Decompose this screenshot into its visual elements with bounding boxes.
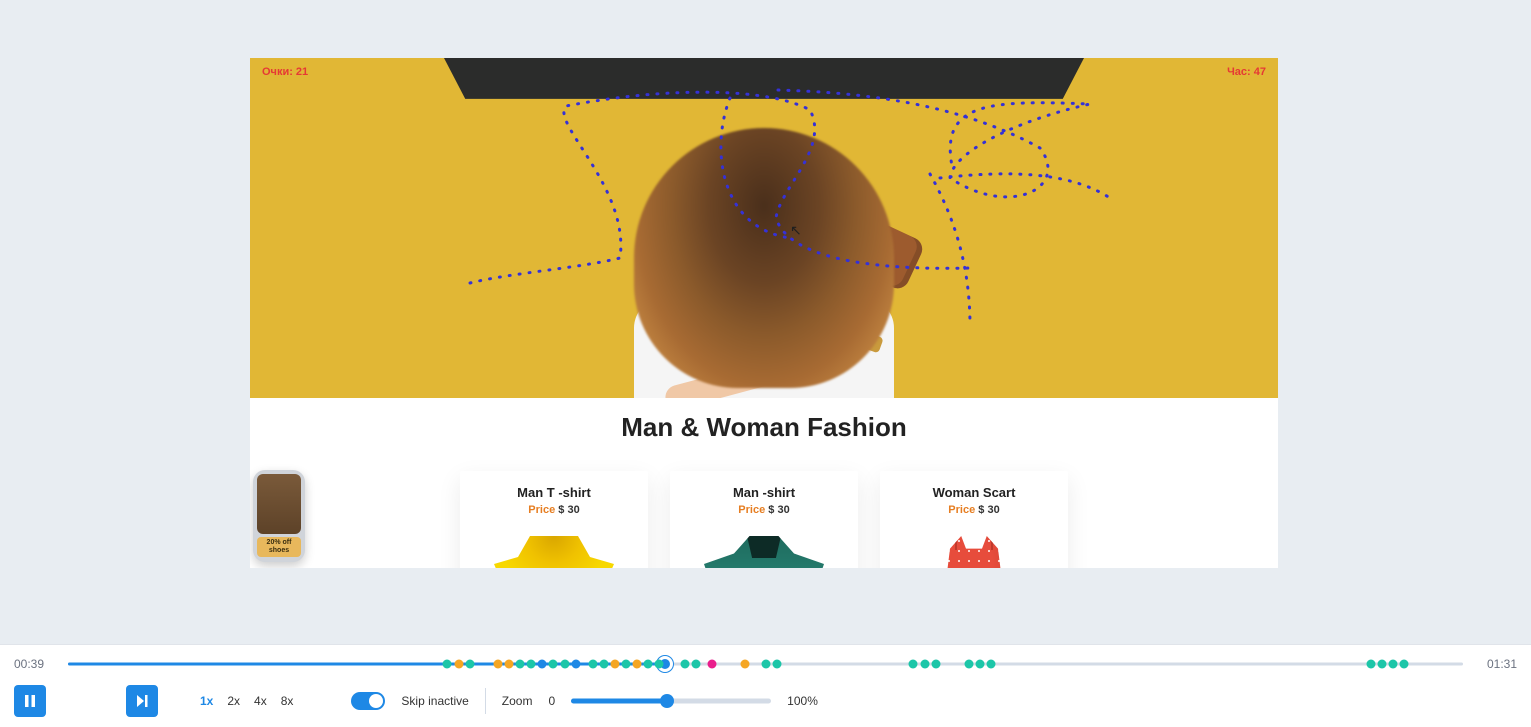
timeline-marker[interactable] (920, 660, 929, 669)
product-card[interactable]: Woman Scart Price $ 30 (880, 471, 1068, 568)
player-controls: 00:39 01:31 1x2x4x8x Skip inactive Zoom … (0, 644, 1531, 727)
step-forward-button[interactable] (126, 685, 158, 717)
timeline-marker[interactable] (599, 660, 608, 669)
timeline-marker[interactable] (772, 660, 781, 669)
product-title: Woman Scart (890, 485, 1058, 500)
timeline[interactable] (68, 657, 1463, 671)
hero-person (584, 138, 944, 398)
timeline-marker[interactable] (622, 660, 631, 669)
timeline-marker[interactable] (633, 660, 642, 669)
skip-inactive-label: Skip inactive (401, 694, 468, 708)
timeline-marker[interactable] (465, 660, 474, 669)
skip-inactive-toggle[interactable] (351, 692, 385, 710)
timeline-marker[interactable] (909, 660, 918, 669)
product-card[interactable]: Man -shirt Price $ 30 (670, 471, 858, 568)
site-navbar (444, 58, 1084, 99)
timeline-marker[interactable] (504, 660, 513, 669)
timeline-marker[interactable] (691, 660, 700, 669)
timeline-marker[interactable] (1389, 660, 1398, 669)
divider (485, 688, 486, 714)
timeline-marker[interactable] (740, 660, 749, 669)
product-price: Price $ 30 (680, 504, 848, 516)
timeline-marker[interactable] (549, 660, 558, 669)
speed-option-1x[interactable]: 1x (198, 692, 215, 710)
speed-option-8x[interactable]: 8x (279, 692, 296, 710)
total-time: 01:31 (1475, 657, 1517, 671)
zoom-min: 0 (548, 694, 555, 708)
product-image (704, 536, 824, 568)
cursor-pointer-icon: ↖ (790, 222, 802, 239)
timeline-marker[interactable] (493, 660, 502, 669)
zoom-max: 100% (787, 694, 818, 708)
promo-thumbnail-label: 20% off shoes (257, 537, 301, 557)
speed-option-4x[interactable]: 4x (252, 692, 269, 710)
timeline-marker[interactable] (761, 660, 770, 669)
pause-button[interactable] (14, 685, 46, 717)
product-image (494, 536, 614, 568)
product-card[interactable]: Man T -shirt Price $ 30 (460, 471, 648, 568)
hero-banner: Очки: 21 Час: 47 ↖ (250, 58, 1278, 398)
timeline-marker[interactable] (976, 660, 985, 669)
timeline-marker[interactable] (588, 660, 597, 669)
product-price: Price $ 30 (470, 504, 638, 516)
timeline-marker[interactable] (708, 660, 717, 669)
timeline-marker[interactable] (965, 660, 974, 669)
promo-thumbnail-image (257, 474, 301, 534)
session-recording-viewport: Очки: 21 Час: 47 ↖ Man & Woman Fashion M… (250, 58, 1278, 568)
zoom-handle[interactable] (660, 694, 674, 708)
product-price: Price $ 30 (890, 504, 1058, 516)
timeline-marker[interactable] (644, 660, 653, 669)
timeline-marker[interactable] (527, 660, 536, 669)
timeline-marker[interactable] (443, 660, 452, 669)
product-grid: Man T -shirt Price $ 30 Man -shirt Price… (250, 471, 1278, 568)
timeline-marker[interactable] (610, 660, 619, 669)
timeline-marker[interactable] (987, 660, 996, 669)
timeline-marker[interactable] (560, 660, 569, 669)
timeline-marker[interactable] (1400, 660, 1409, 669)
timeline-marker[interactable] (515, 660, 524, 669)
product-title: Man -shirt (680, 485, 848, 500)
zoom-label: Zoom (502, 694, 533, 708)
zoom-slider[interactable] (571, 694, 771, 708)
speed-option-2x[interactable]: 2x (225, 692, 242, 710)
timeline-marker[interactable] (1378, 660, 1387, 669)
timeline-marker[interactable] (655, 660, 664, 669)
section-title: Man & Woman Fashion (250, 412, 1278, 443)
product-title: Man T -shirt (470, 485, 638, 500)
timeline-marker[interactable] (1366, 660, 1375, 669)
step-forward-icon (135, 694, 149, 708)
timeline-marker[interactable] (571, 660, 580, 669)
overlay-time-label: Час: 47 (1227, 66, 1266, 78)
timeline-marker[interactable] (680, 660, 689, 669)
speed-selector: 1x 2x 4x 8x (198, 692, 295, 710)
timeline-marker[interactable] (538, 660, 547, 669)
current-time: 00:39 (14, 657, 56, 671)
pause-icon (23, 694, 37, 708)
timeline-marker[interactable] (931, 660, 940, 669)
promo-thumbnail[interactable]: 20% off shoes (253, 470, 305, 562)
overlay-score-label: Очки: 21 (262, 66, 308, 78)
timeline-marker[interactable] (454, 660, 463, 669)
product-image (934, 536, 1014, 568)
